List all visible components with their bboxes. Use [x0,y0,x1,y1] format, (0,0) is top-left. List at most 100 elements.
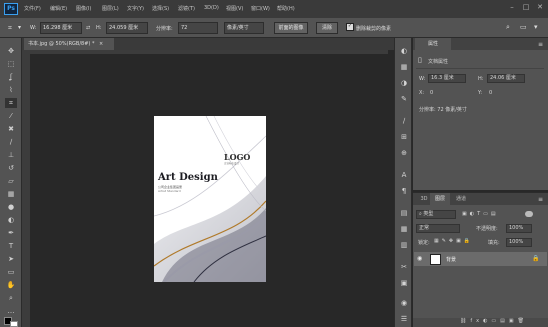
shape-tool-icon[interactable]: ▭ [5,267,17,277]
styles-panel-icon[interactable]: ✎ [398,94,410,104]
stamp-tool-icon[interactable]: ⊥ [5,150,17,160]
document-tab-title: 书本.jpg @ 50%(RGB/8#) * [28,41,95,47]
delete-crop-label: 删除裁剪的像素 [356,26,392,32]
menu-file[interactable]: 文件(F) [24,5,41,12]
menu-view[interactable]: 视图(V) [226,5,243,12]
prop-h-label: H: [478,76,484,82]
brush-panel-icon[interactable]: ∕ [398,116,410,126]
fill-label: 填充: [488,240,500,246]
menu-select[interactable]: 选择(S) [152,5,169,12]
tab-layers[interactable]: 图层 [430,193,450,205]
properties-panel-icon[interactable]: ▥ [398,240,410,250]
type-tool-icon[interactable]: T [5,241,17,251]
height-input[interactable]: 24.059 厘米 [106,22,148,34]
menu-help[interactable]: 帮助(H) [277,5,295,12]
swatches-panel-icon[interactable]: ▦ [398,62,410,72]
prop-w-label: W: [419,76,426,82]
layers-footer-icons[interactable]: ⛓fx◐▭▤▣🗑 [460,318,528,324]
options-bar: ⌗ ▾ W: 16.298 厘米 ⇄ H: 24.059 厘米 分辨率: 72 … [0,18,548,38]
history-panel-icon[interactable]: ▤ [398,208,410,218]
swap-icon[interactable]: ⇄ [86,25,90,31]
quick-select-tool-icon[interactable]: ⌇ [5,85,17,95]
properties-tab[interactable]: 属性 [415,38,451,50]
layer-name[interactable]: 背景 [446,256,456,263]
layer-filter-select[interactable]: ⌕ 类型 [416,210,456,219]
eye-icon[interactable]: ◉ [417,255,422,262]
resolution-unit-select[interactable]: 像素/英寸 [224,22,264,34]
clone-source-icon[interactable]: ⊕ [398,148,410,158]
background-color-swatch[interactable] [10,321,18,327]
width-label: W: [30,25,37,31]
tab-3d[interactable]: 3D [418,193,430,205]
more-tools-icon[interactable]: … [5,306,17,316]
prop-h-field[interactable]: 24.06 厘米 [487,74,525,83]
minimize-icon[interactable]: – [506,2,518,12]
lasso-tool-icon[interactable]: ʆ [5,72,17,82]
color-panel-icon[interactable]: ◐ [398,46,410,56]
tool-presets-icon[interactable]: ✂ [398,262,410,272]
blend-mode-select[interactable]: 正常 [416,224,460,233]
marquee-tool-icon[interactable]: ⬚ [5,59,17,69]
fill-input[interactable]: 100% [506,238,532,247]
gradient-tool-icon[interactable]: ▦ [5,189,17,199]
filter-toggle-icon[interactable] [525,211,533,217]
paragraph-panel-icon[interactable]: ¶ [398,186,410,196]
lock-icon: 🔒 [532,255,540,262]
eraser-tool-icon[interactable]: ▱ [5,176,17,186]
history-brush-icon[interactable]: ↺ [5,163,17,173]
zoom-tool-icon[interactable]: ⌕ [5,293,17,303]
document-canvas[interactable]: Art Design 公司企业集团画册 Artist Standard LOGO… [154,116,266,282]
width-input[interactable]: 16.298 厘米 [40,22,82,34]
menu-type[interactable]: 文字(Y) [127,5,144,12]
clear-button[interactable]: 清除 [316,22,338,34]
lock-label: 锁定: [418,240,430,246]
menu-image[interactable]: 图像(I) [76,5,91,12]
search-icon[interactable]: ⌕ [506,23,510,32]
front-image-button[interactable]: 前面的图像 [274,22,308,34]
brush-presets-icon[interactable]: ⊞ [398,132,410,142]
info-panel-icon[interactable]: ▦ [398,224,410,234]
opacity-input[interactable]: 100% [506,224,532,233]
prop-resolution: 分辨率: 72 像素/英寸 [419,107,467,113]
close-window-icon[interactable]: ✕ [534,2,546,12]
crop-tool-icon[interactable]: ⌗ [5,98,17,108]
layers-menu-icon[interactable]: ≡ [538,196,543,203]
workspace-icon[interactable]: ▭ [520,23,527,31]
preset-dropdown-icon[interactable]: ▾ [18,24,21,31]
prop-w-field[interactable]: 16.3 厘米 [428,74,466,83]
path-select-tool-icon[interactable]: ➤ [5,254,17,264]
layer-filter-icons[interactable]: ▣◐T▭▤ [462,211,499,217]
document-tab-close-icon[interactable]: × [99,41,103,47]
blur-tool-icon[interactable]: ● [5,202,17,212]
workspace-dropdown-icon[interactable]: ▾ [534,23,538,31]
prop-y-value[interactable]: 0 [489,90,492,96]
3d-panel-icon[interactable]: ◉ [398,298,410,308]
panel-menu-icon[interactable]: ≡ [538,41,543,48]
photoshop-logo: Ps [4,3,18,15]
menu-filter[interactable]: 滤镜(T) [178,5,195,12]
libraries-icon[interactable]: ▣ [398,278,410,288]
menu-layer[interactable]: 图层(L) [102,5,119,12]
character-panel-icon[interactable]: A [398,170,410,180]
move-tool-icon[interactable]: ✥ [5,46,17,56]
maximize-icon[interactable]: □ [520,2,532,12]
healing-tool-icon[interactable]: ✖ [5,124,17,134]
prop-x-value[interactable]: 0 [430,90,433,96]
menu-window[interactable]: 窗口(W) [251,5,270,12]
pen-tool-icon[interactable]: ✒ [5,228,17,238]
delete-crop-checkbox[interactable]: ✓ [346,23,354,31]
crop-tool-icon[interactable]: ⌗ [4,23,16,33]
lock-icons[interactable]: ▦✎✥▣🔒 [434,238,473,244]
resolution-input[interactable]: 72 [178,22,218,34]
adjustments-panel-icon[interactable]: ◑ [398,78,410,88]
brush-tool-icon[interactable]: ∕ [5,137,17,147]
art-design-tagline: Artist Standard [158,189,181,193]
document-tab[interactable]: 书本.jpg @ 50%(RGB/8#) * × [24,38,114,50]
menu-edit[interactable]: 编辑(E) [50,5,67,12]
paths-panel-icon[interactable]: ☰ [398,314,410,324]
tab-channels[interactable]: 通道 [452,193,470,205]
dodge-tool-icon[interactable]: ◐ [5,215,17,225]
hand-tool-icon[interactable]: ✋ [5,280,17,290]
eyedropper-tool-icon[interactable]: ⁄ [5,111,17,121]
menu-3d[interactable]: 3D(D) [204,5,219,11]
